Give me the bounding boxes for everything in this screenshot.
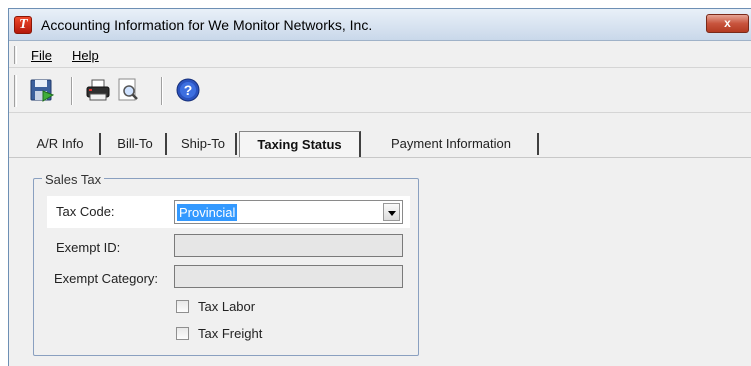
toolbar: ? — [9, 69, 751, 113]
tab-ar-info[interactable]: A/R Info — [21, 133, 101, 155]
save-icon — [30, 79, 55, 102]
tab-strip: A/R Info Bill-To Ship-To Taxing Status P… — [9, 113, 751, 163]
tab-label: Taxing Status — [257, 137, 342, 152]
menu-bar: File Help — [9, 42, 751, 68]
svg-text:?: ? — [184, 82, 193, 98]
exempt-category-label: Exempt Category: — [54, 271, 159, 286]
tab-label: Ship-To — [180, 136, 226, 151]
tax-freight-label: Tax Freight — [198, 326, 263, 341]
tax-code-value: Provincial — [177, 204, 238, 221]
toolbar-grip — [14, 75, 17, 107]
toolbar-separator — [161, 77, 163, 105]
tax-labor-checkbox[interactable] — [176, 300, 189, 313]
menu-grip — [14, 46, 17, 64]
print-preview-button[interactable] — [113, 75, 143, 105]
close-button[interactable]: x — [706, 14, 749, 33]
menu-help[interactable]: Help — [72, 48, 99, 63]
menu-help-label: Help — [72, 48, 99, 63]
exempt-id-field[interactable] — [174, 234, 403, 257]
tab-bill-to[interactable]: Bill-To — [105, 133, 167, 155]
tax-freight-checkbox[interactable] — [176, 327, 189, 340]
tab-ship-to[interactable]: Ship-To — [171, 133, 237, 155]
exempt-id-label: Exempt ID: — [56, 240, 121, 255]
print-icon — [86, 79, 110, 101]
print-preview-icon — [118, 78, 138, 101]
tax-code-select[interactable]: Provincial — [174, 200, 403, 224]
exempt-category-field[interactable] — [174, 265, 403, 288]
tax-labor-label: Tax Labor — [198, 299, 256, 314]
help-icon: ? — [176, 78, 200, 102]
title-bar[interactable]: Accounting Information for We Monitor Ne… — [9, 9, 751, 41]
menu-file-label: File — [31, 48, 52, 63]
sales-tax-legend: Sales Tax — [42, 172, 105, 187]
tab-label: A/R Info — [36, 136, 84, 151]
toolbar-separator — [71, 77, 73, 105]
tab-taxing-status[interactable]: Taxing Status — [239, 131, 361, 157]
menu-file[interactable]: File — [31, 48, 52, 63]
save-button[interactable] — [27, 75, 57, 105]
window-title: Accounting Information for We Monitor Ne… — [41, 17, 373, 33]
tax-code-label: Tax Code: — [56, 204, 115, 219]
tab-payment-information[interactable]: Payment Information — [365, 133, 539, 155]
app-logo-icon — [14, 16, 32, 34]
tab-label: Payment Information — [391, 136, 511, 151]
tab-label: Bill-To — [117, 136, 153, 151]
help-button[interactable]: ? — [173, 75, 203, 105]
chevron-down-icon[interactable] — [383, 203, 400, 221]
print-button[interactable] — [83, 75, 113, 105]
